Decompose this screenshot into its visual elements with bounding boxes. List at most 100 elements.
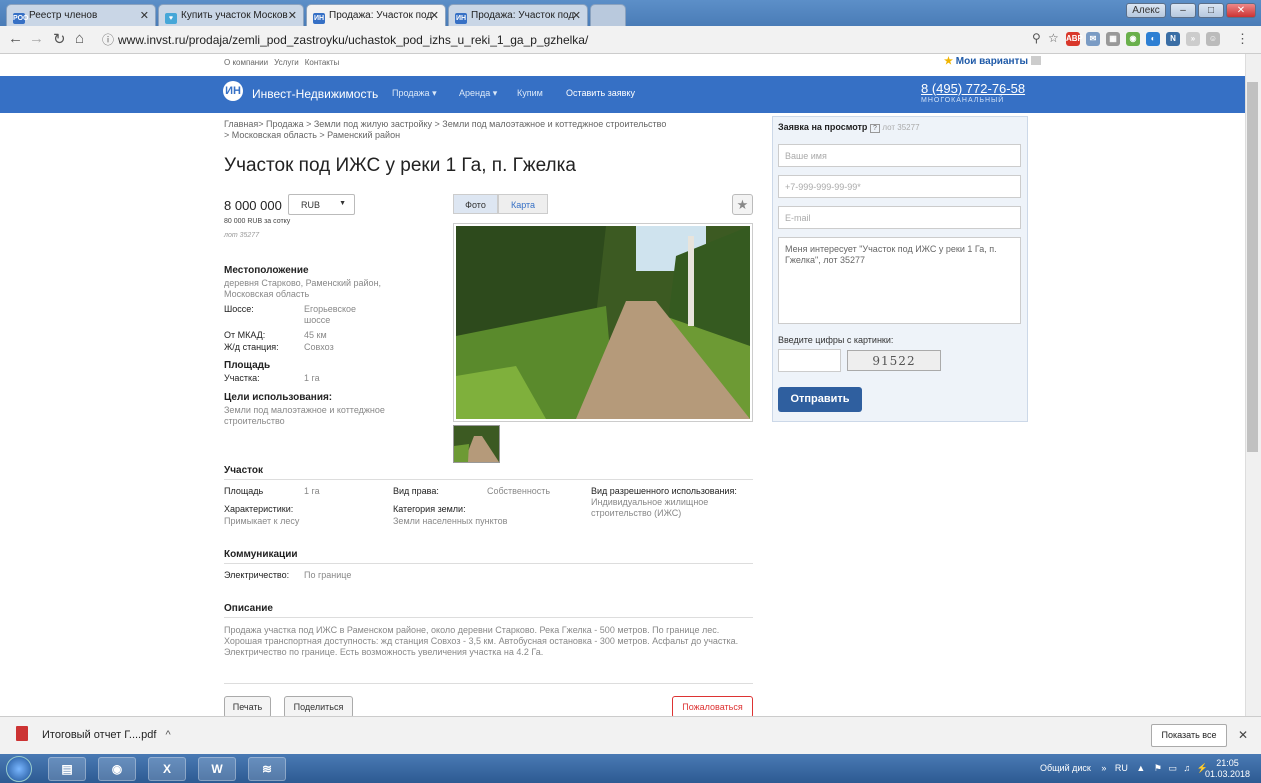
currency-select[interactable]: RUB ▼ bbox=[288, 194, 355, 215]
area-header: Площадь bbox=[224, 360, 271, 371]
extension-icon[interactable]: ◐ bbox=[1146, 32, 1160, 46]
extension-icon[interactable]: N bbox=[1166, 32, 1180, 46]
shared-disk-label[interactable]: Общий диск bbox=[1040, 763, 1091, 773]
location-header: Местоположение bbox=[224, 265, 309, 276]
phone-number[interactable]: 8 (495) 772-76-58 bbox=[921, 81, 1025, 96]
browser-tab-1[interactable]: РООРеестр членов ✕ bbox=[6, 4, 156, 26]
share-button[interactable]: Поделиться bbox=[284, 696, 353, 716]
clock-time: 21:05 bbox=[1216, 758, 1239, 768]
complain-button[interactable]: Пожаловаться bbox=[672, 696, 753, 716]
explorer-icon[interactable]: ▤ bbox=[48, 757, 86, 781]
my-variants-link[interactable]: ★ Мои варианты bbox=[944, 56, 1041, 67]
phone-subtitle: МНОГОКАНАЛЬНЫЙ bbox=[921, 97, 1005, 104]
link-about[interactable]: О компании bbox=[224, 58, 268, 67]
bookmark-star-icon[interactable]: ☆ bbox=[1048, 31, 1059, 45]
link-services[interactable]: Услуги bbox=[274, 58, 299, 67]
expand-icon[interactable]: » bbox=[1101, 763, 1106, 773]
browser-tab-strip: РООРеестр членов ✕ ♥ Купить участок Москов… bbox=[0, 0, 1261, 26]
site-header: ИН Инвест-Недвижимость Продажа ▾ Аренда … bbox=[0, 76, 1245, 113]
browser-tab-4[interactable]: ИН Продажа: Участок под ✕ bbox=[448, 4, 588, 26]
adblock-icon[interactable]: ABP bbox=[1066, 32, 1083, 46]
scrollbar-thumb[interactable] bbox=[1247, 82, 1258, 452]
form-title: Заявка на просмотр ? лот 35277 bbox=[778, 122, 920, 133]
purpose-value: Земли под малоэтажное и коттеджное строи… bbox=[224, 405, 385, 426]
logo-icon[interactable]: ИН bbox=[223, 81, 243, 101]
flag-icon[interactable]: ⚑ bbox=[1154, 763, 1162, 773]
phone-field[interactable]: +7-999-999-99-99* bbox=[778, 175, 1021, 198]
chevron-up-icon[interactable]: ^ bbox=[165, 729, 170, 741]
chrome-icon[interactable]: ◉ bbox=[98, 757, 136, 781]
characteristics-label: Характеристики: bbox=[224, 504, 294, 514]
close-icon[interactable]: ✕ bbox=[572, 9, 581, 22]
extension-icon[interactable]: » bbox=[1186, 32, 1200, 46]
name-field[interactable]: Ваше имя bbox=[778, 144, 1021, 167]
message-textarea[interactable]: Меня интересует "Участок под ИЖС у реки … bbox=[778, 237, 1021, 324]
app-icon[interactable]: ≋ bbox=[248, 757, 286, 781]
word-icon[interactable]: W bbox=[198, 757, 236, 781]
close-icon[interactable]: ✕ bbox=[140, 9, 149, 22]
electricity-label: Электричество: bbox=[224, 570, 290, 580]
window-user-badge: Алекс bbox=[1126, 3, 1166, 18]
favorite-star-button[interactable]: ★ bbox=[732, 194, 753, 215]
tab-photo[interactable]: Фото bbox=[453, 194, 498, 214]
account-icon[interactable]: ☺ bbox=[1206, 32, 1220, 46]
back-icon[interactable]: ← bbox=[8, 30, 23, 47]
tab-title: Купить участок Москов bbox=[181, 10, 288, 21]
download-item[interactable]: Итоговый отчет Г....pdf ^ bbox=[42, 729, 171, 741]
zoom-icon[interactable]: ⚲ bbox=[1032, 31, 1041, 45]
breadcrumb-line[interactable]: > Московская область > Раменский район bbox=[224, 130, 744, 141]
show-all-button[interactable]: Показать все bbox=[1151, 724, 1227, 747]
nav-buy[interactable]: Купим bbox=[517, 88, 543, 98]
clock[interactable]: 21:05 01.03.2018 bbox=[1205, 758, 1250, 780]
thumbnail-image bbox=[454, 426, 499, 462]
close-icon[interactable]: ✕ bbox=[430, 9, 439, 22]
minimize-button[interactable]: – bbox=[1170, 3, 1196, 18]
my-variants-label: Мои варианты bbox=[955, 56, 1028, 67]
mail-icon[interactable]: ✉ bbox=[1086, 32, 1100, 46]
reload-icon[interactable]: ↻ bbox=[53, 30, 66, 48]
ownership-label: Вид права: bbox=[393, 486, 439, 496]
captcha-input[interactable] bbox=[778, 349, 841, 372]
submit-button[interactable]: Отправить bbox=[778, 387, 862, 412]
highway-label: Шоссе: bbox=[224, 304, 254, 314]
extension-icon[interactable]: ▦ bbox=[1106, 32, 1120, 46]
new-tab-button[interactable] bbox=[590, 4, 626, 26]
browser-tab-3-active[interactable]: ИН Продажа: Участок под ✕ bbox=[306, 4, 446, 26]
listing-photo[interactable] bbox=[453, 223, 753, 422]
start-button[interactable] bbox=[6, 756, 32, 782]
count-badge bbox=[1030, 56, 1041, 65]
nav-sale[interactable]: Продажа ▾ bbox=[392, 88, 437, 99]
tray-arrow-icon[interactable]: ▲ bbox=[1136, 763, 1145, 773]
brand-name[interactable]: Инвест-Недвижимость bbox=[252, 87, 378, 101]
volume-icon[interactable]: ♫ bbox=[1183, 763, 1190, 773]
photo-thumbnail[interactable] bbox=[453, 425, 500, 463]
description-header: Описание bbox=[224, 603, 753, 618]
nav-rent[interactable]: Аренда ▾ bbox=[459, 88, 497, 99]
breadcrumb-line[interactable]: Главная> Продажа > Земли под жилую застр… bbox=[224, 119, 744, 130]
url-field[interactable]: ⓘ www.invst.ru/prodaja/zemli_pod_zastroyk… bbox=[96, 30, 976, 50]
language-indicator[interactable]: RU bbox=[1115, 763, 1128, 773]
tab-map[interactable]: Карта bbox=[498, 194, 548, 214]
extension-icon[interactable]: ◉ bbox=[1126, 32, 1140, 46]
home-icon[interactable]: ⌂ bbox=[75, 30, 84, 47]
system-tray: Общий диск » RU ▲ ⚑ ▭ ♫ ⚡ bbox=[1040, 763, 1208, 774]
window-close-button[interactable]: ✕ bbox=[1226, 3, 1256, 18]
excel-icon[interactable]: X bbox=[148, 757, 186, 781]
close-icon[interactable]: ✕ bbox=[288, 9, 297, 22]
tab-favicon-icon: ♥ bbox=[165, 13, 177, 24]
print-button[interactable]: Печать bbox=[224, 696, 271, 716]
use-type-label: Вид разрешенного использования: bbox=[591, 486, 737, 496]
area-label: Площадь bbox=[224, 486, 264, 496]
breadcrumb: Главная> Продажа > Земли под жилую застр… bbox=[224, 119, 744, 141]
close-icon[interactable]: ✕ bbox=[1238, 728, 1248, 742]
location-text: деревня Старково, Раменский район, Моско… bbox=[224, 278, 382, 299]
forward-icon[interactable]: → bbox=[29, 30, 44, 47]
menu-icon[interactable]: ⋮ bbox=[1236, 31, 1249, 47]
help-icon[interactable]: ? bbox=[869, 124, 880, 133]
nav-leave-request[interactable]: Оставить заявку bbox=[566, 88, 635, 98]
network-icon[interactable]: ▭ bbox=[1168, 763, 1177, 773]
link-contacts[interactable]: Контакты bbox=[305, 58, 340, 67]
maximize-button[interactable]: □ bbox=[1198, 3, 1224, 18]
email-field[interactable]: E-mail bbox=[778, 206, 1021, 229]
browser-tab-2[interactable]: ♥ Купить участок Москов ✕ bbox=[158, 4, 304, 26]
